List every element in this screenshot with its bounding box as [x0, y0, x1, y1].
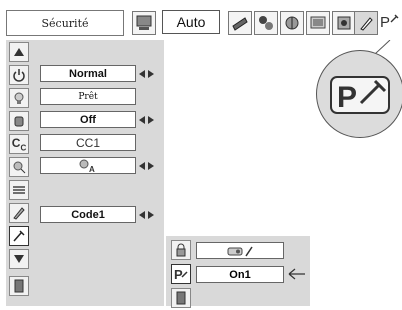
lock-icon[interactable]: [171, 240, 191, 260]
row9-adjust-arrows[interactable]: [138, 206, 158, 223]
setting-icon[interactable]: [332, 11, 356, 35]
row-cc1-value[interactable]: CC1: [40, 134, 136, 151]
image-adjust-icon[interactable]: [280, 11, 304, 35]
exit-icon[interactable]: [9, 276, 29, 296]
up-arrow-icon[interactable]: [9, 42, 29, 62]
pc-adjust-icon[interactable]: [228, 11, 252, 35]
screen-menu-icon[interactable]: [132, 11, 156, 35]
row-code1-value[interactable]: Code1: [40, 206, 136, 223]
filter-icon[interactable]: [9, 180, 29, 200]
closed-caption-icon[interactable]: CC: [9, 134, 29, 154]
submenu-exit-icon[interactable]: [171, 288, 191, 308]
row-off-value[interactable]: Off: [40, 111, 136, 128]
row1-adjust-arrows[interactable]: [138, 65, 158, 82]
screen-icon[interactable]: [306, 11, 330, 35]
projector-lock-icon: [227, 246, 253, 256]
row-lamp-value[interactable]: A: [40, 157, 136, 174]
pin-code-lock-icon: P: [380, 14, 399, 31]
lamp-icon[interactable]: [9, 88, 29, 108]
svg-text:P: P: [174, 267, 183, 281]
pin-lock-value[interactable]: On1: [196, 266, 284, 283]
security-key-icon[interactable]: [9, 226, 29, 246]
row-ready-value[interactable]: Prêt: [40, 88, 136, 105]
pin-key-icon[interactable]: P: [171, 264, 191, 284]
power-icon[interactable]: [9, 65, 29, 85]
security-tab-icon[interactable]: [354, 11, 378, 35]
pencil-icon[interactable]: [9, 203, 29, 223]
down-arrow-icon[interactable]: [9, 249, 29, 269]
svg-text:P: P: [337, 81, 357, 114]
zoom-callout: P: [316, 50, 402, 138]
image-select-icon[interactable]: [254, 11, 278, 35]
row3-adjust-arrows[interactable]: [138, 111, 158, 128]
svg-text:A: A: [89, 165, 95, 173]
input-source-display[interactable]: Auto: [162, 10, 220, 34]
pin-key-large-icon: P: [330, 76, 390, 114]
hand-icon[interactable]: [9, 111, 29, 131]
selection-arrow-icon: [288, 268, 305, 280]
lamp-eco-icon[interactable]: [9, 157, 29, 177]
menu-title: Sécurité: [6, 10, 124, 36]
row-normal-value[interactable]: Normal: [40, 65, 136, 82]
projector-lock-value[interactable]: [196, 242, 284, 259]
lamp-a-icon: A: [79, 159, 95, 173]
row5-adjust-arrows[interactable]: [138, 157, 158, 174]
